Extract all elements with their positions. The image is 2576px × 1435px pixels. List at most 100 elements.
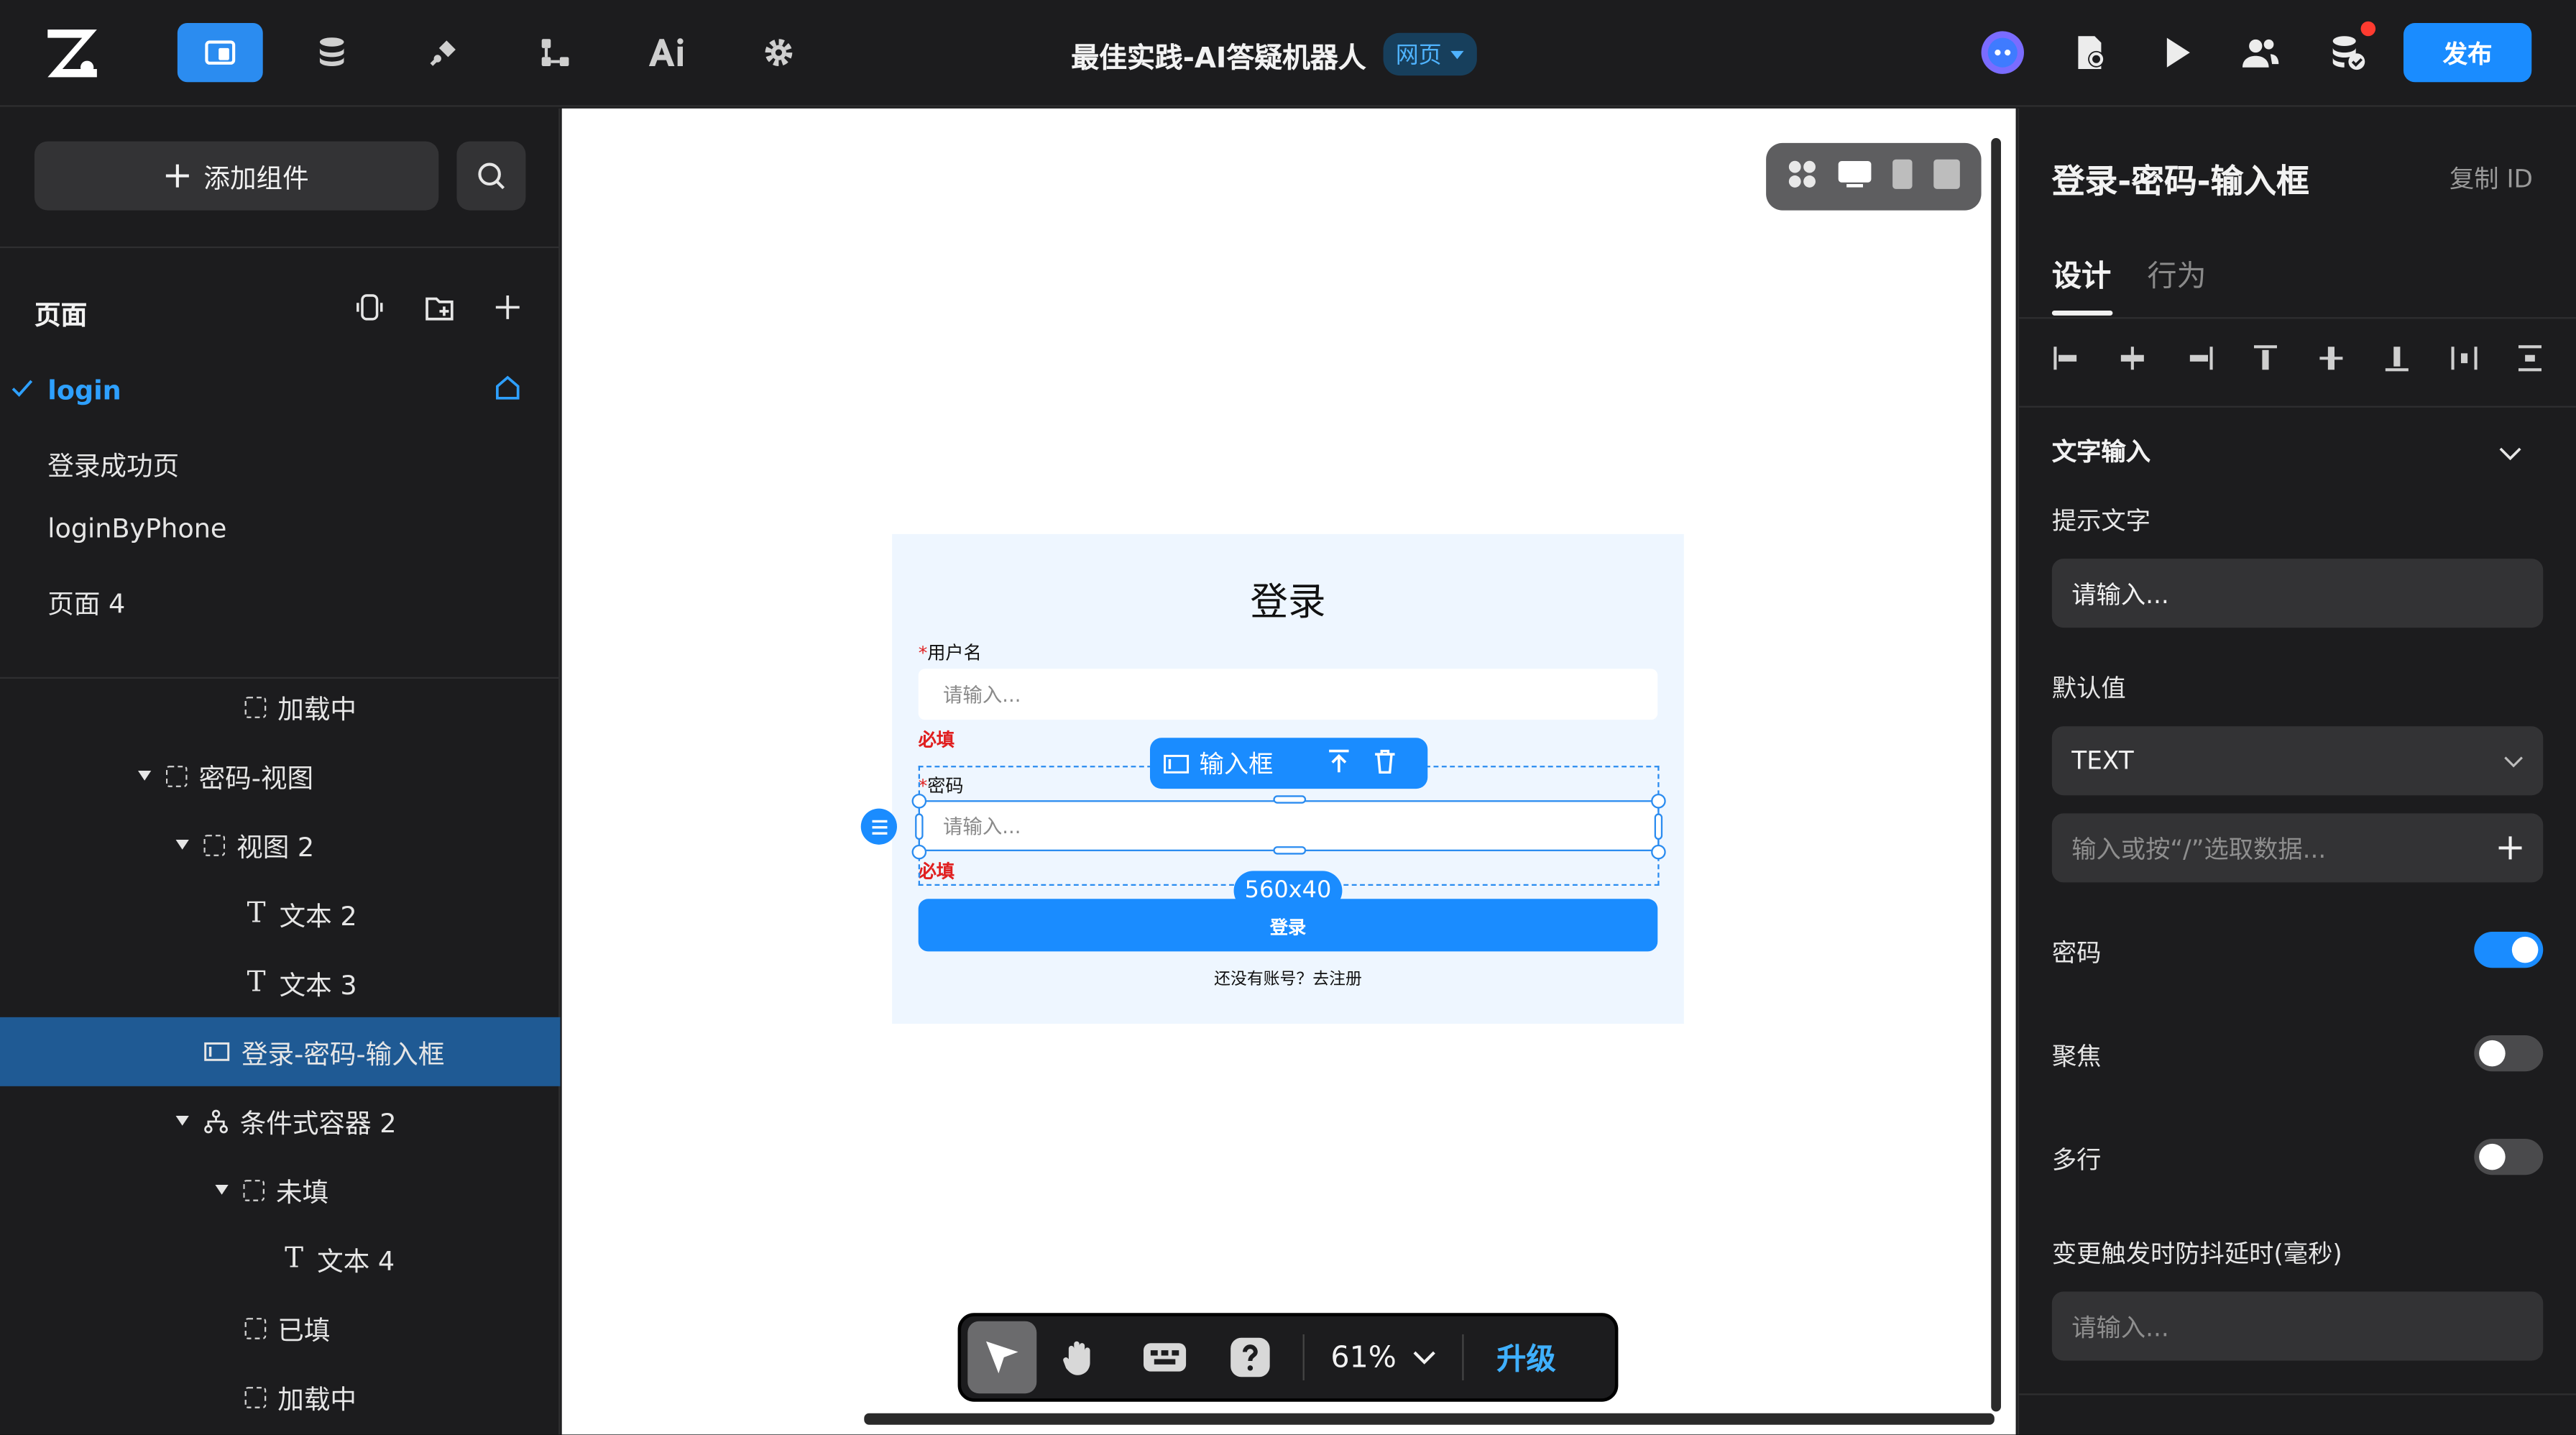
top-bar: 最佳实践-AI答疑机器人 网页 发布: [0, 0, 2576, 107]
align-top-icon[interactable]: [2250, 341, 2280, 375]
resize-handle[interactable]: [911, 844, 927, 860]
expand-caret-icon[interactable]: [215, 1184, 229, 1195]
tree-item[interactable]: 密码-视图: [137, 741, 313, 810]
tree-item-label: 未填: [275, 1176, 329, 1208]
resize-handle[interactable]: [1651, 844, 1666, 860]
help-button[interactable]: [1208, 1321, 1293, 1394]
align-center-v-icon[interactable]: [2317, 341, 2346, 375]
page-item-login-by-phone[interactable]: loginByPhone: [47, 513, 226, 544]
toggle-knob: [2479, 1143, 2506, 1170]
expand-caret-icon[interactable]: [175, 839, 189, 850]
branch-icon: [204, 1109, 228, 1133]
design-canvas[interactable]: 登录 *用户名 请输入... 必填 *密码 请输入... 必填 登录 还没有账号…: [561, 108, 2016, 1435]
ai-nav-button[interactable]: [625, 23, 710, 82]
publish-button[interactable]: 发布: [2403, 22, 2532, 83]
distribute-v-icon[interactable]: [2515, 341, 2544, 375]
login-form-preview[interactable]: 登录 *用户名 请输入... 必填 *密码 请输入... 必填 登录 还没有账号…: [860, 533, 1684, 1024]
preview-play-icon[interactable]: [2150, 27, 2203, 79]
data-nav-button[interactable]: [289, 23, 374, 82]
gear-icon: [765, 39, 793, 66]
plugins-nav-button[interactable]: [401, 23, 487, 82]
align-bottom-icon[interactable]: [2383, 341, 2412, 375]
tab-design[interactable]: 设计: [2052, 253, 2111, 295]
chevron-down-icon[interactable]: [2499, 437, 2522, 468]
align-right-icon[interactable]: [2184, 341, 2214, 375]
component-menu-button[interactable]: [860, 808, 897, 845]
placeholder-field[interactable]: 请输入...: [2051, 559, 2544, 628]
toggle-knob: [2479, 1040, 2506, 1067]
page-rotate-icon[interactable]: [351, 289, 387, 325]
page-settings-icon[interactable]: [2064, 27, 2116, 79]
resize-handle[interactable]: [1273, 846, 1307, 855]
tree-item[interactable]: 视图 2: [175, 810, 314, 879]
selection-outline: [918, 800, 1660, 851]
plus-icon[interactable]: [2497, 835, 2524, 861]
home-icon[interactable]: [493, 373, 523, 409]
add-folder-icon[interactable]: [420, 289, 456, 325]
expand-caret-icon[interactable]: [137, 770, 152, 781]
distribute-h-icon[interactable]: [2449, 341, 2478, 375]
tree-item[interactable]: 未填: [215, 1155, 328, 1224]
hand-tool-button[interactable]: [1036, 1321, 1122, 1394]
dashed-box-icon: [243, 1178, 264, 1201]
tree-item-selected[interactable]: 登录-密码-输入框: [203, 1017, 444, 1086]
add-page-icon[interactable]: [489, 289, 525, 325]
tree-item-label: 文本 2: [279, 900, 357, 932]
database-icon: [319, 37, 344, 66]
component-type-label[interactable]: 输入框: [1200, 746, 1274, 781]
password-toggle[interactable]: [2474, 931, 2544, 968]
search-button[interactable]: [456, 141, 526, 211]
tree-item[interactable]: 加载中: [244, 1362, 356, 1431]
upgrade-button[interactable]: 升级: [1473, 1336, 1555, 1378]
workflow-nav-button[interactable]: [512, 23, 598, 82]
expand-caret-icon[interactable]: [175, 1115, 189, 1126]
assistant-avatar-icon[interactable]: [1977, 27, 2029, 79]
tab-behavior[interactable]: 行为: [2147, 253, 2206, 295]
tree-item[interactable]: 加载中: [244, 672, 356, 741]
tree-item[interactable]: 已填: [244, 1293, 330, 1362]
tree-item[interactable]: T 文本 4: [282, 1224, 395, 1293]
zoom-select[interactable]: 61%: [1315, 1340, 1453, 1375]
copy-id-button[interactable]: 复制 ID: [2450, 161, 2533, 196]
default-type-select[interactable]: TEXT: [2051, 726, 2544, 796]
desktop-icon[interactable]: [1836, 159, 1872, 195]
pages-nav-button[interactable]: [177, 22, 263, 83]
align-center-h-icon[interactable]: [2118, 341, 2148, 375]
grid-view-icon[interactable]: [1785, 157, 1818, 196]
tree-item[interactable]: T 文本 2: [245, 879, 357, 948]
resize-handle[interactable]: [1654, 813, 1663, 840]
dashed-box-icon: [165, 764, 188, 787]
select-tool-button[interactable]: [967, 1321, 1037, 1394]
add-component-button[interactable]: 添加组件: [34, 141, 439, 211]
delete-icon[interactable]: [1372, 747, 1399, 780]
mode-tag[interactable]: 网页: [1382, 32, 1476, 76]
collaborators-icon[interactable]: [2235, 27, 2287, 79]
move-to-top-icon[interactable]: [1326, 747, 1353, 780]
vertical-scrollbar[interactable]: [1991, 137, 2001, 1412]
default-value-input[interactable]: 输入或按“/”选取数据...: [2051, 813, 2544, 883]
resize-handle[interactable]: [1273, 795, 1307, 804]
mobile-icon[interactable]: [1891, 157, 1914, 196]
tablet-icon[interactable]: [1933, 157, 1962, 196]
page-item-login-success[interactable]: 登录成功页: [47, 444, 179, 483]
tree-item[interactable]: T 文本 3: [245, 948, 357, 1017]
comment-tool-button[interactable]: [1122, 1321, 1208, 1394]
app-logo-icon[interactable]: [42, 23, 101, 82]
tree-item-label: 文本 3: [279, 969, 357, 1001]
resize-handle[interactable]: [1651, 793, 1666, 809]
horizontal-scrollbar[interactable]: [864, 1413, 1995, 1425]
tree-item[interactable]: 条件式容器 2: [175, 1086, 396, 1155]
debounce-input[interactable]: 请输入...: [2051, 1291, 2544, 1361]
align-left-icon[interactable]: [2052, 341, 2082, 375]
default-type-value: TEXT: [2071, 746, 2134, 776]
register-link[interactable]: 还没有账号？去注册: [892, 965, 1684, 989]
focus-toggle[interactable]: [2474, 1035, 2544, 1072]
resize-handle[interactable]: [915, 813, 924, 840]
page-item-login[interactable]: login: [47, 375, 121, 405]
focus-toggle-label: 聚焦: [2051, 1042, 2102, 1072]
settings-nav-button[interactable]: [736, 23, 822, 82]
page-item-page-4[interactable]: 页面 4: [47, 582, 125, 621]
multiline-toggle[interactable]: [2474, 1138, 2544, 1175]
username-input[interactable]: 请输入...: [918, 669, 1658, 720]
resize-handle[interactable]: [911, 793, 927, 809]
